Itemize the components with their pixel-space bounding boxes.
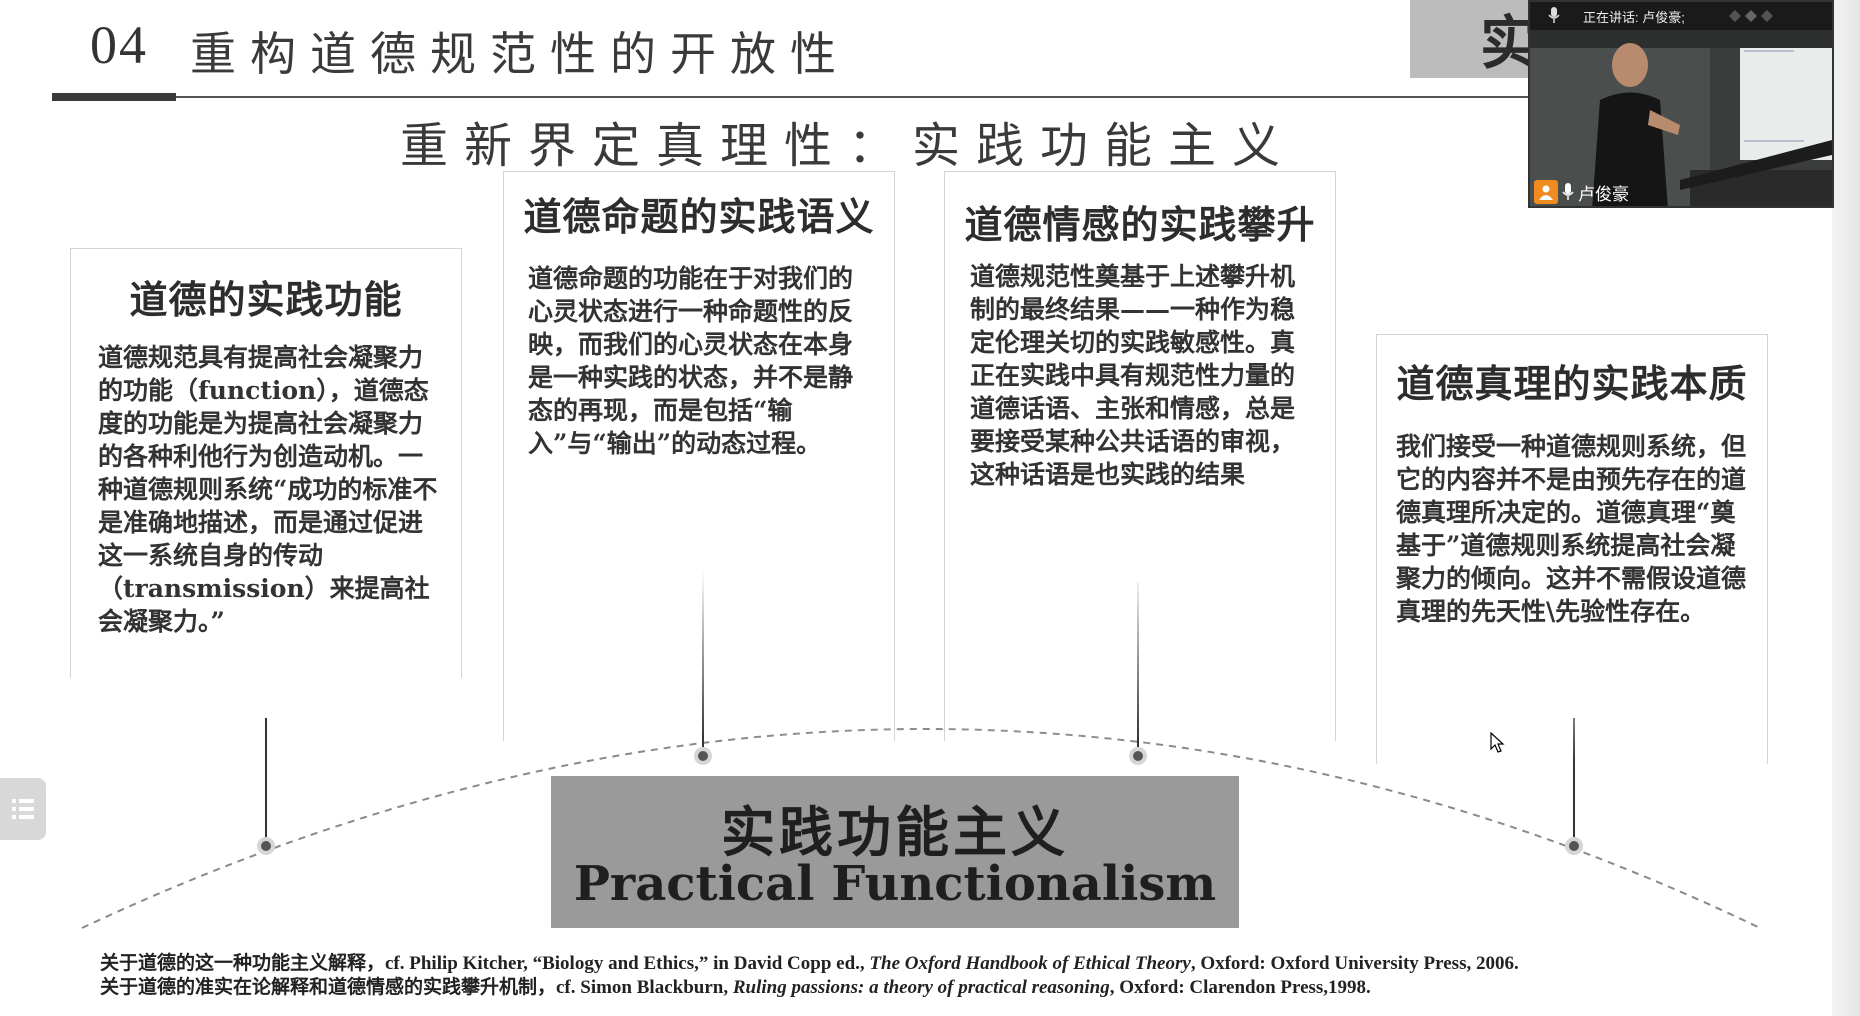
microphone-icon — [1548, 7, 1560, 23]
speaking-status: 正在讲话: 卢俊豪; — [1583, 10, 1685, 25]
arc-dot-1 — [257, 837, 275, 855]
card-moral-practical-function: 道德的实践功能 道德规范具有提高社会凝聚力的功能（function），道德态度的… — [70, 248, 462, 678]
window-controls-icon[interactable] — [1725, 8, 1785, 24]
card-text: 道德规范性奠基于上述攀升机制的最终结果——一种作为稳定伦理关切的实践敏感性。真正… — [970, 262, 1296, 489]
card-text: 道德命题的功能在于对我们的心灵状态进行一种命题性的反映，而我们的心灵状态在本身是… — [528, 264, 854, 458]
microphone-icon — [1562, 183, 1574, 200]
footnote-2: 关于道德的准实在论解释和道德情感的实践攀升机制，cf. Simon Blackb… — [100, 976, 1800, 1000]
arc-dot-4 — [1565, 837, 1583, 855]
footnote-2-title: Ruling passions: a theory of practical r… — [732, 977, 1110, 998]
arc-dot-3 — [1129, 747, 1147, 765]
card-text: 道德规范具有提高社会凝聚力的功能（function），道德态度的功能是为提高社会… — [98, 343, 438, 636]
center-title-en: Practical Functionalism — [573, 856, 1217, 912]
video-header: 正在讲话: 卢俊豪; — [1530, 2, 1832, 30]
footnote-2-prefix: 关于道德的准实在论解释和道德情感的实践攀升机制，cf. Simon Blackb… — [100, 977, 733, 998]
footnote-2-suffix: , Oxford: Clarendon Press,1998. — [1109, 977, 1371, 998]
card-moral-emotion-ascent: 道德情感的实践攀升 道德规范性奠基于上述攀升机制的最终结果——一种作为稳定伦理关… — [944, 171, 1336, 741]
card-moral-proposition-semantics: 道德命题的实践语义 道德命题的功能在于对我们的心灵状态进行一种命题性的反映，而我… — [503, 171, 895, 741]
side-menu-button[interactable] — [0, 778, 46, 840]
participant-tag: 卢俊豪 — [1534, 180, 1629, 204]
card-title: 道德情感的实践攀升 — [964, 202, 1316, 247]
footnote-1-suffix: , Oxford: Oxford University Press, 2006. — [1190, 953, 1519, 974]
center-concept-box: 实践功能主义 Practical Functionalism — [551, 776, 1239, 928]
video-panel[interactable]: 正在讲话: 卢俊豪; 卢俊豪 — [1528, 0, 1834, 208]
mouse-cursor-icon — [1490, 732, 1505, 753]
footnotes: 关于道德的这一种功能主义解释，cf. Philip Kitcher, “Biol… — [100, 952, 1800, 1000]
card-title: 道德真理的实践本质 — [1396, 361, 1748, 406]
participant-name: 卢俊豪 — [1578, 184, 1629, 204]
list-menu-icon — [12, 799, 34, 819]
footnote-1-title: The Oxford Handbook of Ethical Theory — [869, 953, 1191, 974]
footnote-1-prefix: 关于道德的这一种功能主义解释，cf. Philip Kitcher, “Biol… — [100, 953, 870, 974]
person-head — [1612, 43, 1648, 87]
user-avatar-icon — [1534, 180, 1558, 204]
arc-dot-2 — [694, 747, 712, 765]
card-title: 道德的实践功能 — [129, 277, 403, 322]
card-moral-truth-nature: 道德真理的实践本质 我们接受一种道德规则系统，但它的内容并不是由预先存在的道德真… — [1376, 334, 1768, 764]
footnote-1: 关于道德的这一种功能主义解释，cf. Philip Kitcher, “Biol… — [100, 952, 1800, 976]
card-text: 我们接受一种道德规则系统，但它的内容并不是由预先存在的道德真理所决定的。道德真理… — [1396, 432, 1747, 626]
card-title: 道德命题的实践语义 — [523, 194, 875, 239]
